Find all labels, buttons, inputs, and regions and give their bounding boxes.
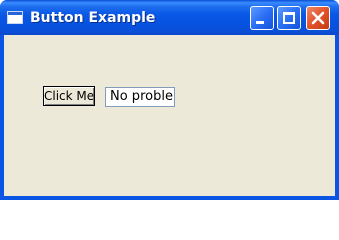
- application-window: Button Example Click Me No proble: [0, 0, 339, 200]
- client-area: Click Me No proble: [4, 35, 335, 196]
- window-app-icon: [7, 11, 23, 24]
- text-field[interactable]: No proble: [105, 87, 175, 107]
- window-title: Button Example: [30, 10, 156, 26]
- minimize-button[interactable]: [250, 6, 274, 30]
- close-button[interactable]: [306, 6, 330, 30]
- maximize-button[interactable]: [277, 6, 301, 30]
- title-bar[interactable]: Button Example: [0, 0, 339, 35]
- close-icon: [311, 11, 325, 25]
- click-me-button[interactable]: Click Me: [43, 86, 95, 106]
